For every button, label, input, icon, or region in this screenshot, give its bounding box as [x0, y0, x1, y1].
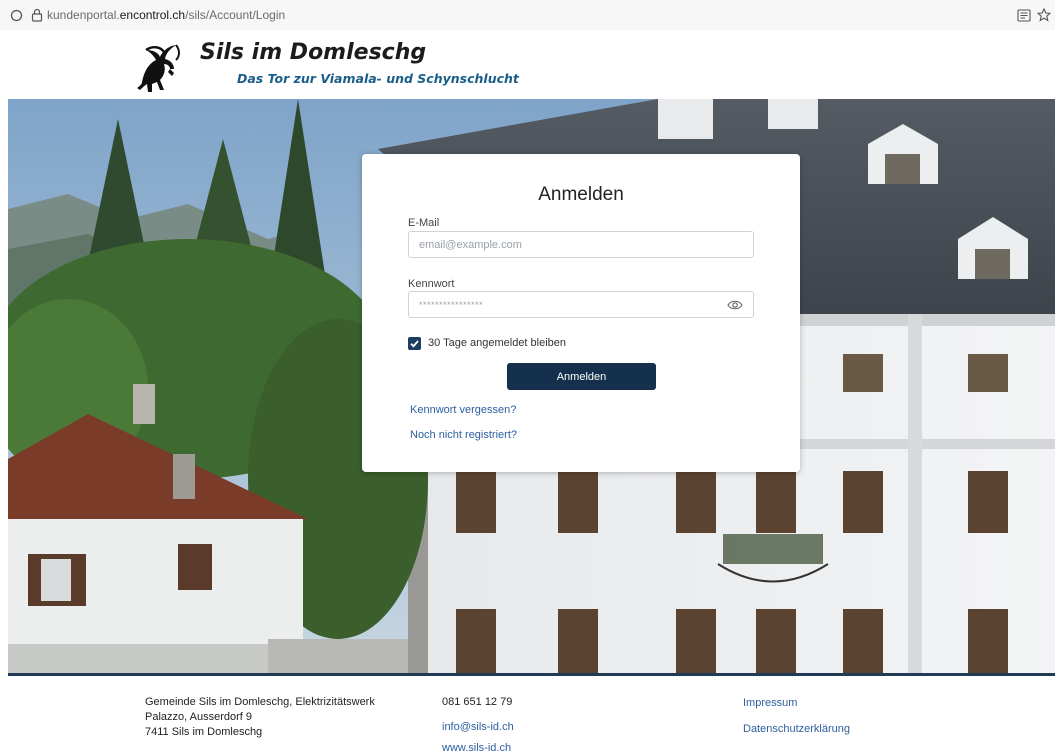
footer-impressum-link[interactable]: Impressum [743, 697, 797, 709]
checkmark-icon [410, 340, 419, 348]
email-input[interactable]: email@example.com [408, 231, 754, 258]
email-label: E-Mail [408, 217, 440, 229]
footer-email-link[interactable]: info@sils-id.ch [442, 721, 514, 733]
password-input[interactable]: **************** [408, 291, 754, 318]
lock-icon[interactable] [31, 8, 43, 22]
footer-privacy-link[interactable]: Datenschutzerklärung [743, 723, 850, 735]
browser-right-controls [1017, 0, 1051, 30]
footer-website-link[interactable]: www.sils-id.ch [442, 742, 511, 754]
login-title: Anmelden [538, 184, 624, 205]
bookmark-star-icon[interactable] [1037, 8, 1051, 22]
remember-me-label[interactable]: 30 Tage angemeldet bleiben [428, 337, 566, 349]
footer-address-line1: Gemeinde Sils im Domleschg, Elektrizität… [145, 696, 375, 708]
footer-phone: 081 651 12 79 [442, 696, 513, 708]
url-domain: encontrol.ch [119, 8, 186, 22]
forgot-password-link[interactable]: Kennwort vergessen? [410, 404, 516, 416]
register-link[interactable]: Noch nicht registriert? [410, 429, 517, 441]
hero-divider [8, 673, 1055, 676]
password-label: Kennwort [408, 278, 455, 290]
ibex-logo-icon[interactable] [130, 42, 186, 96]
login-submit-button[interactable]: Anmelden [507, 363, 656, 390]
url-path: /sils/Account/Login [185, 8, 286, 22]
remember-me-checkbox[interactable] [408, 337, 421, 350]
site-subtitle: Das Tor zur Viamala- und Schynschlucht [237, 71, 519, 86]
url-prefix: kundenportal. [47, 8, 120, 22]
login-card: Anmelden E-Mail email@example.com Kennwo… [362, 154, 800, 472]
site-title: Sils im Domleschg [200, 40, 427, 65]
circle-icon[interactable] [10, 9, 23, 22]
password-value: **************** [419, 299, 484, 310]
browser-toolbar: kundenportal.encontrol.ch/sils/Account/L… [0, 0, 1055, 30]
reader-view-icon[interactable] [1017, 8, 1031, 22]
show-password-eye-icon[interactable] [727, 299, 743, 311]
address-bar-url[interactable]: kundenportal.encontrol.ch/sils/Account/L… [47, 8, 285, 22]
email-placeholder: email@example.com [419, 238, 522, 251]
footer-address-line2: Palazzo, Ausserdorf 9 [145, 711, 253, 723]
footer-address-line3: 7411 Sils im Domleschg [145, 726, 263, 738]
